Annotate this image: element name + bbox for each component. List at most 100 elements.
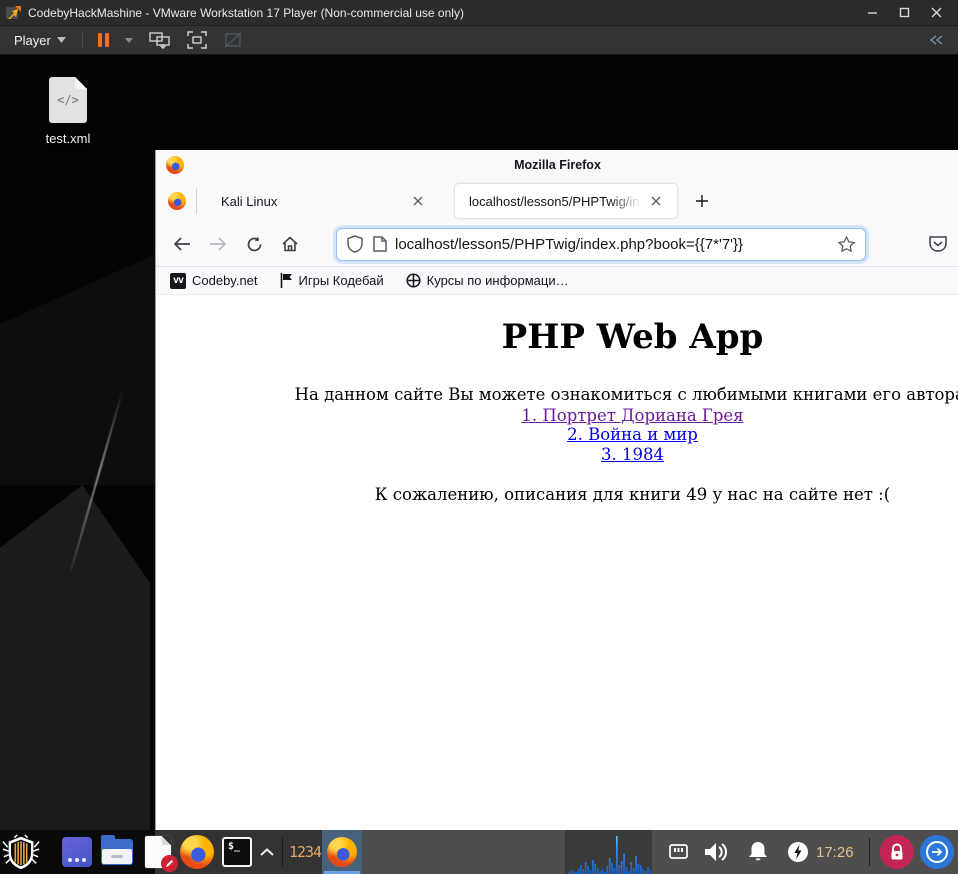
collapse-toolbar-button[interactable] [928, 35, 950, 45]
workspace-4[interactable]: 4 [313, 830, 322, 874]
firefox-icon [180, 835, 214, 869]
bookmark-codeby[interactable]: vv Codeby.net [170, 272, 258, 289]
fullscreen-button[interactable] [182, 29, 212, 51]
arrow-right-icon [210, 237, 227, 251]
arrow-left-icon [173, 237, 190, 251]
panel-separator [282, 838, 283, 866]
tab-kali-linux[interactable]: Kali Linux [207, 184, 439, 218]
navigation-toolbar: localhost/lesson5/PHPTwig/index.php?book… [156, 222, 958, 267]
panel-separator [869, 838, 870, 866]
xml-file-icon: </> [49, 77, 87, 123]
shield-icon[interactable] [347, 235, 363, 253]
reload-icon [247, 236, 261, 251]
minimize-button[interactable] [856, 0, 888, 25]
book-link-1[interactable]: 1. Портрет Дориана Грея [156, 406, 958, 425]
pencil-badge-icon [161, 855, 178, 872]
pause-icon [97, 33, 109, 47]
suspend-button[interactable] [93, 31, 114, 49]
url-input[interactable]: localhost/lesson5/PHPTwig/index.php?book… [395, 236, 838, 253]
arrow-right-circle-icon [926, 841, 948, 863]
forward-button[interactable] [202, 228, 234, 260]
vmware-titlebar: CodebyHackMashine - VMware Workstation 1… [0, 0, 958, 26]
notifications-tray-button[interactable] [742, 836, 774, 868]
vmware-toolbar: Player [0, 26, 958, 55]
fullscreen-icon [187, 31, 207, 49]
padlock-icon [891, 843, 903, 860]
show-desktop-button[interactable] [58, 833, 96, 871]
firefox-icon [327, 837, 357, 867]
taskbar: $_ 1 2 3 4 17:26 [0, 830, 958, 874]
dots-icon [62, 837, 92, 867]
ethernet-icon [668, 843, 688, 859]
page-info-icon[interactable] [373, 236, 387, 252]
ctrl-alt-del-icon [149, 32, 170, 49]
bookmarks-toolbar: vv Codeby.net Игры Кодебай Курсы по инфо… [156, 267, 958, 295]
send-ctrl-alt-del-button[interactable] [144, 29, 176, 51]
lock-screen-button[interactable] [880, 835, 914, 869]
book-link-3[interactable]: 3. 1984 [156, 445, 958, 464]
file-manager-button[interactable] [98, 833, 136, 871]
back-button[interactable] [166, 228, 198, 260]
text-editor-button[interactable] [139, 833, 178, 872]
firefox-titlebar[interactable]: Mozilla Firefox [156, 150, 958, 180]
clock[interactable]: 17:26 [816, 830, 854, 874]
suspend-dropdown[interactable] [120, 36, 138, 45]
document-icon [145, 836, 178, 872]
kali-dragon-icon [2, 834, 40, 870]
wallpaper-shape [0, 485, 150, 835]
firefox-window: Mozilla Firefox Kali Linux localhost/les… [155, 150, 958, 830]
desktop-icon-test-xml[interactable]: </> test.xml [22, 77, 114, 146]
bookmark-games[interactable]: Игры Кодебай [280, 273, 384, 288]
plus-icon [696, 195, 708, 207]
logout-button[interactable] [920, 835, 954, 869]
caret-down-icon [124, 37, 133, 43]
tab-close-icon[interactable] [407, 190, 429, 212]
speaker-icon [705, 843, 727, 861]
maximize-button[interactable] [888, 0, 920, 25]
globe-icon [406, 273, 421, 288]
power-manager-tray-button[interactable] [782, 836, 814, 868]
book-links: 1. Портрет Дориана Грея 2. Война и мир 3… [156, 406, 958, 464]
pocket-button[interactable] [922, 228, 954, 260]
bookmark-courses[interactable]: Курсы по информаци… [406, 273, 569, 288]
new-tab-button[interactable] [687, 186, 717, 216]
bookmark-star-icon[interactable] [838, 236, 855, 252]
reload-button[interactable] [238, 228, 270, 260]
code-glyph: </> [57, 93, 79, 107]
vmware-player-window: CodebyHackMashine - VMware Workstation 1… [0, 0, 958, 874]
vmware-window-title: CodebyHackMashine - VMware Workstation 1… [28, 5, 464, 20]
desktop-icon-label: test.xml [45, 131, 91, 146]
pocket-icon [929, 236, 947, 252]
home-button[interactable] [274, 228, 306, 260]
unity-mode-icon [224, 32, 242, 48]
player-menu[interactable]: Player [8, 30, 72, 51]
chevron-up-icon [260, 848, 274, 856]
close-button[interactable] [920, 0, 952, 25]
volume-tray-button[interactable] [700, 836, 732, 868]
tab-localhost-active[interactable]: localhost/lesson5/PHPTwig/in [455, 184, 677, 218]
page-fold [75, 77, 87, 89]
folder-icon [101, 835, 133, 865]
tab-close-icon[interactable] [645, 190, 667, 212]
flag-icon [280, 273, 292, 288]
network-tray-button[interactable] [662, 836, 694, 868]
terminal-launcher-button[interactable]: $_ [218, 833, 256, 871]
toolbar-separator [81, 31, 83, 49]
firefox-view-icon[interactable] [168, 192, 186, 210]
firefox-task-button[interactable] [322, 830, 362, 874]
page-intro-text: На данном сайте Вы можете ознакомиться с… [294, 385, 958, 404]
web-page-content: PHP Web App На данном сайте Вы можете оз… [156, 295, 958, 830]
book-link-2[interactable]: 2. Война и мир [156, 425, 958, 444]
caret-down-icon [56, 37, 66, 43]
page-title: PHP Web App [501, 317, 764, 357]
tab-bar: Kali Linux localhost/lesson5/PHPTwig/in [156, 180, 958, 222]
unity-mode-button [218, 29, 248, 51]
panel-expand-button[interactable] [254, 833, 280, 871]
bell-icon [749, 842, 767, 861]
kali-menu-button[interactable] [2, 833, 40, 871]
terminal-icon: $_ [222, 837, 252, 867]
firefox-launcher-button[interactable] [178, 833, 216, 871]
firefox-window-title: Mozilla Firefox [514, 158, 601, 172]
vm-screen: </> test.xml Mozilla Firefox Kali Linux [0, 55, 958, 874]
url-bar[interactable]: localhost/lesson5/PHPTwig/index.php?book… [336, 227, 866, 261]
